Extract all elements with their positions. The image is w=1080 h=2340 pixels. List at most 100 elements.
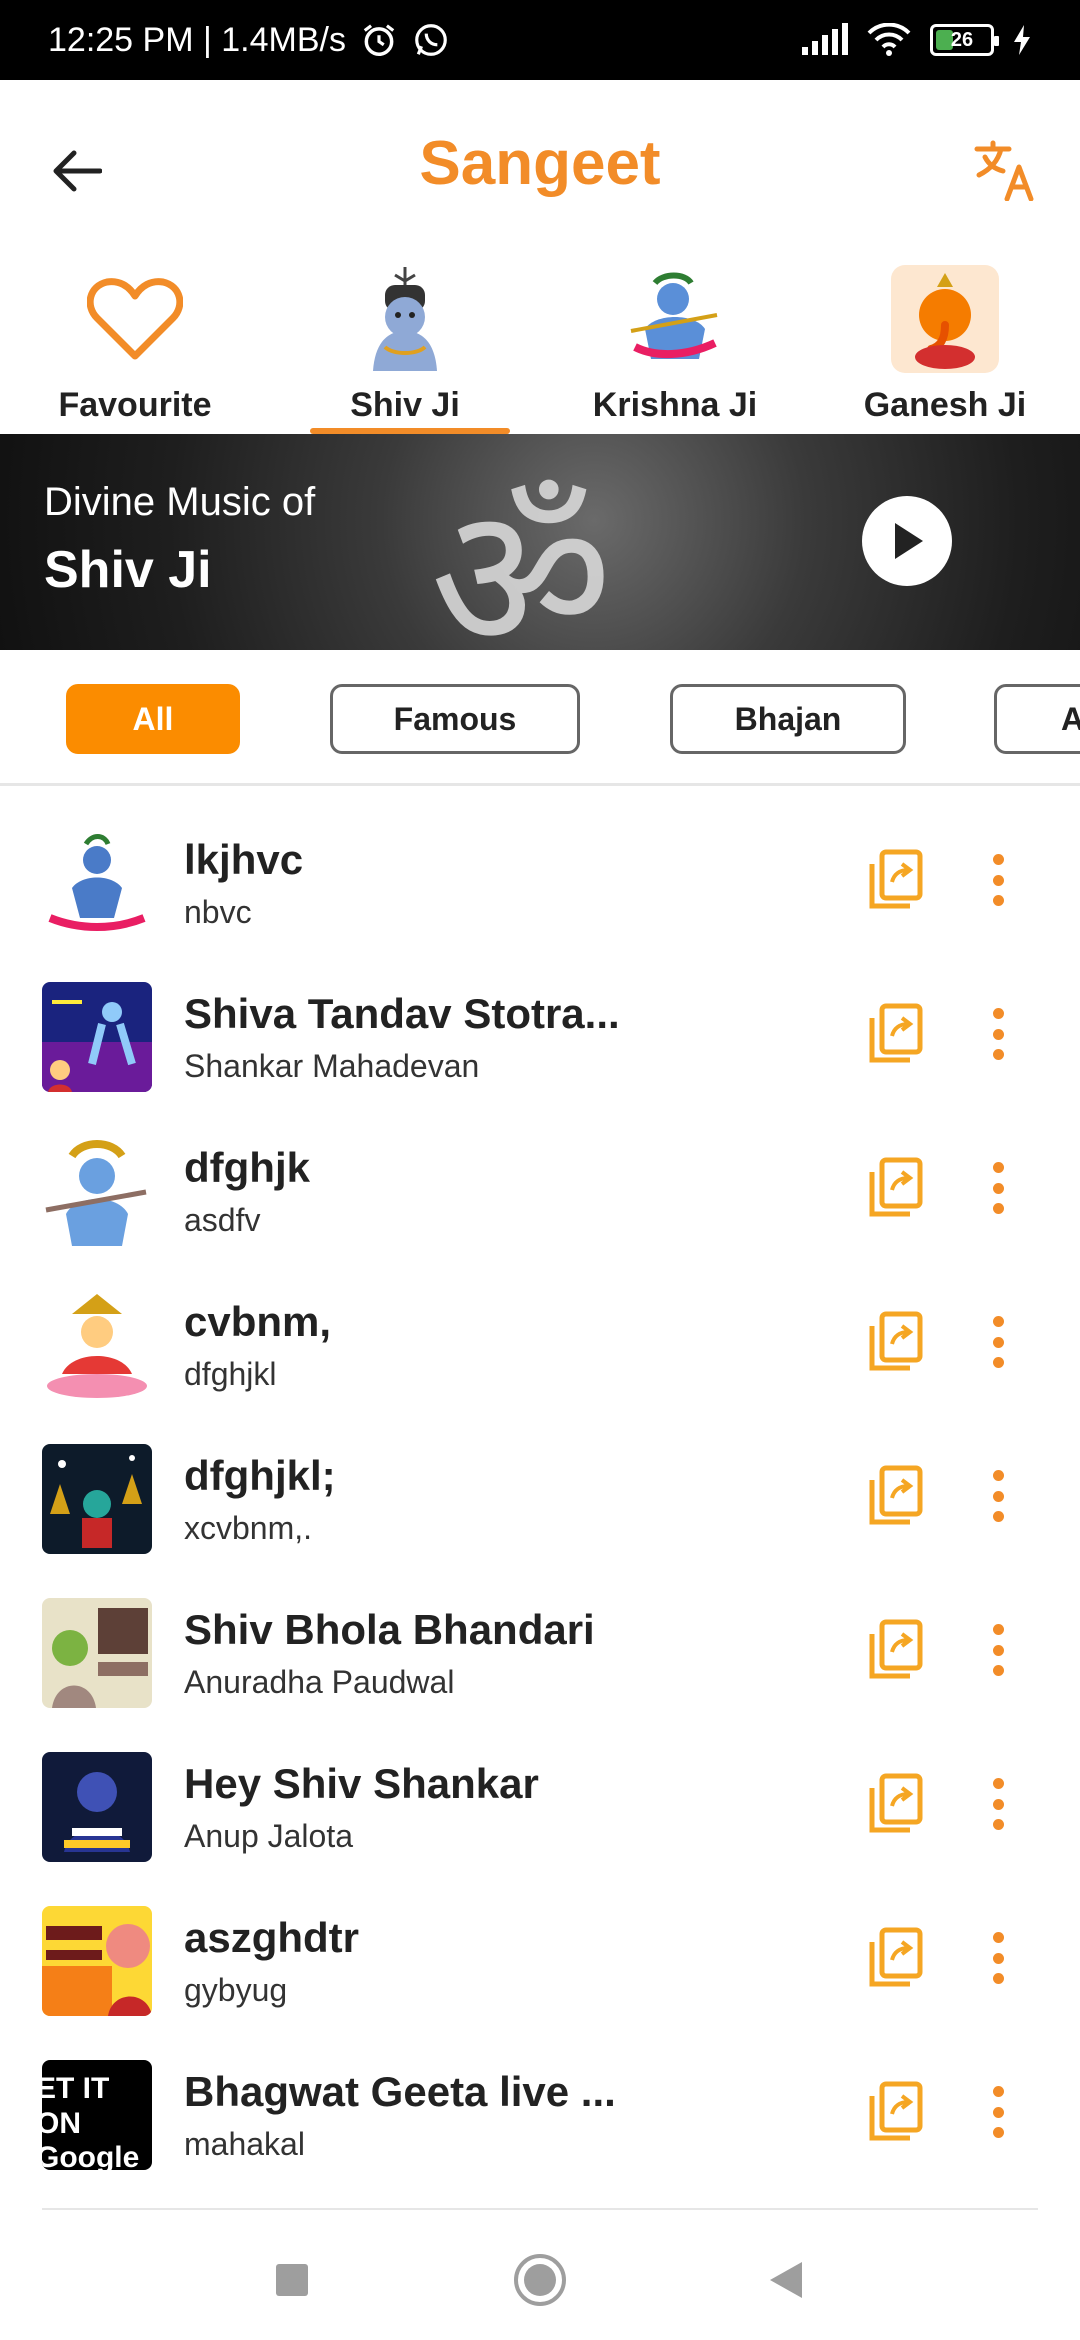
song-title: Shiv Bhola Bhandari (184, 1606, 595, 1653)
more-options-button[interactable] (982, 848, 1014, 912)
wifi-icon (867, 23, 911, 56)
song-title: Bhagwat Geeta live ... (184, 2068, 616, 2115)
song-artist: xcvbnm,. (184, 1510, 313, 1546)
tab-shiv-ji[interactable]: Shiv Ji (270, 256, 540, 434)
more-options-button[interactable] (982, 1772, 1014, 1836)
list-item[interactable]: cvbnm, dfghjkl (0, 1262, 1080, 1416)
tab-krishna-ji[interactable]: Krishna Ji (540, 256, 810, 434)
song-artist: Anuradha Paudwal (184, 1664, 455, 1700)
song-artist: asdfv (184, 1202, 261, 1238)
song-title: Hey Shiv Shankar (184, 1760, 539, 1807)
share-button[interactable] (868, 1156, 924, 1220)
song-artist: Shankar Mahadevan (184, 1048, 480, 1084)
list-item[interactable]: lkjhvc nbvc (0, 800, 1080, 954)
song-title: aszghdtr (184, 1914, 360, 1961)
share-icon (869, 1157, 923, 1217)
song-artist: dfghjkl (184, 1356, 277, 1392)
tab-favourite[interactable]: Favourite (0, 256, 270, 434)
list-item[interactable]: Hey Shiv Shankar Anup Jalota (0, 1724, 1080, 1878)
list-item[interactable]: ET IT ON Google Bhagwat Geeta live ... m… (0, 2032, 1080, 2186)
charging-icon (1014, 25, 1030, 55)
list-item[interactable]: dfghjk asdfv (0, 1108, 1080, 1262)
play-icon (895, 523, 923, 559)
more-options-button[interactable] (982, 1464, 1014, 1528)
tab-label: Krishna Ji (592, 386, 758, 424)
more-options-button[interactable] (982, 2080, 1014, 2144)
list-item[interactable]: aszghdtr gybyug (0, 1878, 1080, 2032)
play-all-button[interactable] (862, 496, 952, 586)
tab-label: Favourite (58, 386, 212, 424)
filter-famous[interactable]: Famous (330, 684, 580, 754)
song-title: cvbnm, (184, 1298, 332, 1345)
recent-apps-button[interactable] (262, 2250, 322, 2310)
whatsapp-icon (415, 24, 447, 56)
more-options-button[interactable] (982, 1926, 1014, 1990)
song-artwork (42, 1136, 152, 1246)
share-button[interactable] (868, 1310, 924, 1374)
share-button[interactable] (868, 1618, 924, 1682)
song-artwork (42, 1752, 152, 1862)
song-artwork (42, 1906, 152, 2016)
page-title: Sangeet (419, 129, 661, 198)
om-symbol-image: ॐ (430, 463, 613, 650)
translate-icon (974, 140, 1034, 201)
heart-icon (87, 278, 183, 360)
share-icon (869, 1465, 923, 1525)
krishna-ji-image (630, 272, 718, 359)
list-item[interactable]: Shiva Tandav Stotra... Shankar Mahadevan (0, 954, 1080, 1108)
translate-button[interactable] (966, 130, 1046, 210)
list-item[interactable]: dfghjkl; xcvbnm,. (0, 1416, 1080, 1570)
signal-icon (802, 23, 848, 55)
more-options-button[interactable] (982, 1002, 1014, 1066)
system-nav-bar (0, 2210, 1080, 2340)
triangle-back-icon (770, 2262, 802, 2298)
share-button[interactable] (868, 848, 924, 912)
song-artwork (42, 1598, 152, 1708)
alarm-icon (363, 24, 395, 56)
share-icon (869, 1619, 923, 1679)
filter-all[interactable]: All (66, 684, 240, 754)
deity-banner: ॐ Divine Music of Shiv Ji (0, 434, 1080, 650)
share-button[interactable] (868, 1002, 924, 1066)
share-button[interactable] (868, 1926, 924, 1990)
filter-next[interactable]: A (994, 684, 1080, 754)
tab-label: Shiv Ji (350, 386, 460, 424)
tab-label: Ganesh Ji (863, 386, 1027, 424)
share-button[interactable] (868, 1464, 924, 1528)
filter-bhajan[interactable]: Bhajan (670, 684, 906, 754)
share-icon (869, 1003, 923, 1063)
share-icon (869, 1927, 923, 1987)
status-bar: 12:25 PM | 1.4MB/s 26 (0, 0, 1080, 80)
song-artwork: ET IT ON Google (42, 2060, 152, 2170)
banner-title: Shiv Ji (44, 541, 212, 599)
song-artwork (42, 1290, 152, 1400)
status-time: 12:25 PM | 1.4MB/s (48, 20, 346, 59)
share-button[interactable] (868, 1772, 924, 1836)
song-artist: gybyug (184, 1972, 288, 2008)
share-icon (869, 2081, 923, 2141)
shiv-ji-image (373, 267, 437, 371)
song-title: Shiva Tandav Stotra... (184, 990, 620, 1037)
share-button[interactable] (868, 2080, 924, 2144)
song-artwork (42, 828, 152, 938)
song-artist: mahakal (184, 2126, 305, 2162)
battery-icon: 26 (930, 24, 999, 56)
list-item[interactable]: Shiv Bhola Bhandari Anuradha Paudwal (0, 1570, 1080, 1724)
back-nav-button[interactable] (756, 2250, 816, 2310)
song-title: dfghjkl; (184, 1452, 336, 1499)
category-tabs: Favourite Shiv Ji Krishna Ji Ganesh Ji (0, 256, 1080, 434)
ganesh-ji-image (891, 265, 999, 373)
filter-chips: All Famous Bhajan A (0, 650, 1080, 786)
more-options-button[interactable] (982, 1618, 1014, 1682)
song-artwork (42, 1444, 152, 1554)
song-artwork (42, 982, 152, 1092)
song-artist: Anup Jalota (184, 1818, 354, 1854)
share-icon (869, 1773, 923, 1833)
home-button[interactable] (510, 2250, 570, 2310)
tab-ganesh-ji[interactable]: Ganesh Ji (810, 256, 1080, 434)
more-options-button[interactable] (982, 1310, 1014, 1374)
app-bar: Sangeet (0, 80, 1080, 256)
song-artist: nbvc (184, 894, 252, 930)
more-options-button[interactable] (982, 1156, 1014, 1220)
song-artwork-text: ET IT ON Google (42, 2072, 140, 2170)
